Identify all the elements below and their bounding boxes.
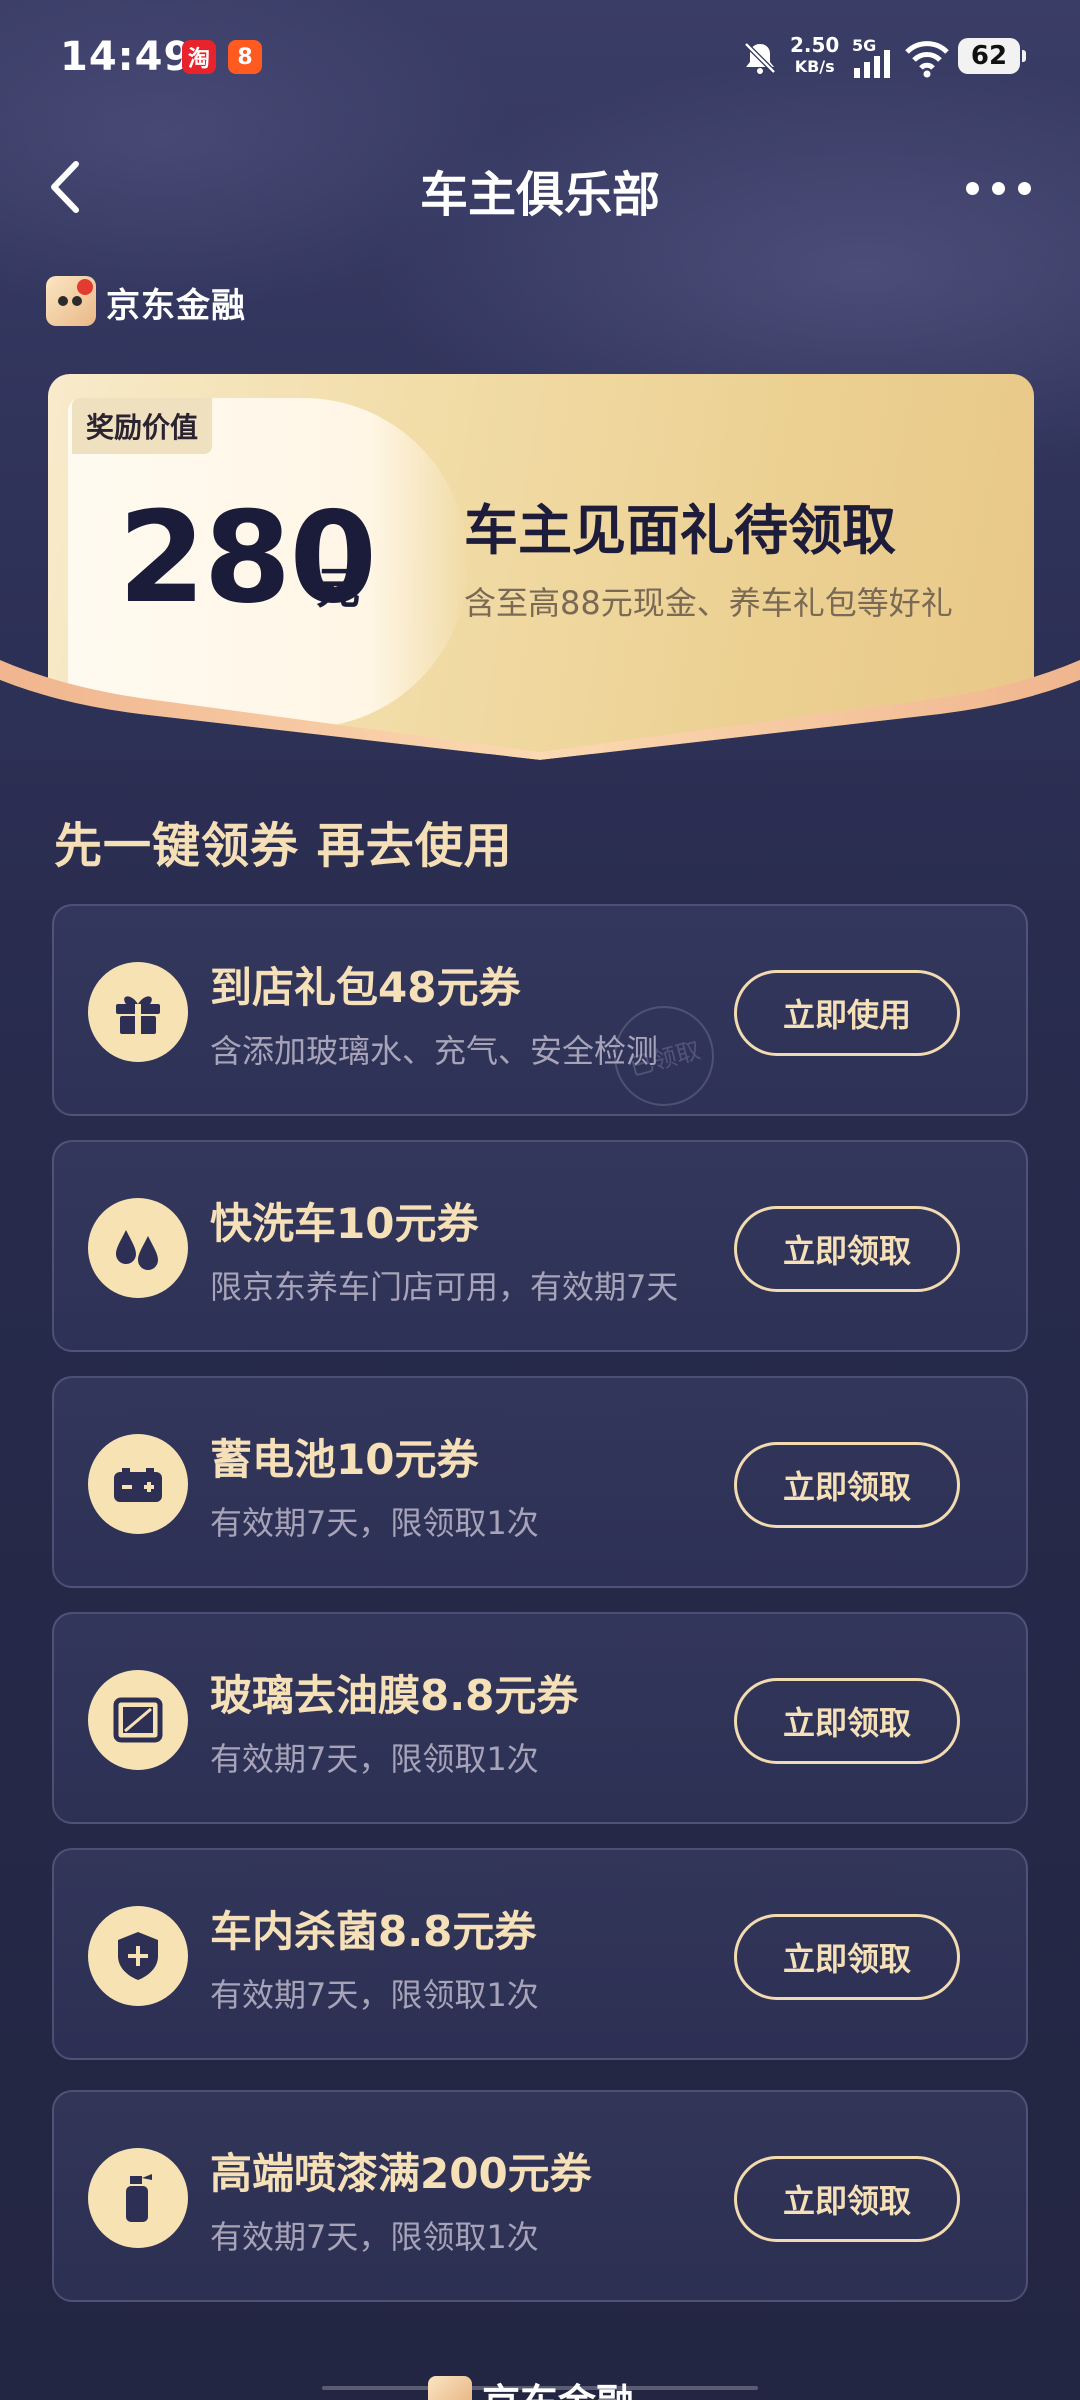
claim-now-button[interactable]: 立即领取: [734, 1442, 960, 1528]
coupon-desc: 含添加玻璃水、充气、安全检测: [210, 1032, 659, 1070]
reward-unit: 元: [316, 563, 360, 614]
signal-icon: [854, 50, 890, 78]
coupon-card: 玻璃去油膜8.8元券 有效期7天，限领取1次 立即领取: [52, 1612, 1028, 1824]
spray-can-icon: [88, 2148, 188, 2248]
use-now-button[interactable]: 立即使用: [734, 970, 960, 1056]
battery-icon: [88, 1434, 188, 1534]
page-title: 车主俱乐部: [419, 167, 660, 223]
claim-now-button[interactable]: 立即领取: [734, 1914, 960, 2000]
battery-indicator: 62: [958, 38, 1026, 74]
footer-brand: 京东金融: [482, 2372, 634, 2400]
reward-subtitle: 含至高88元现金、养车礼包等好礼: [464, 584, 953, 622]
coupon-card: 快洗车10元券 限京东养车门店可用，有效期7天 立即领取: [52, 1140, 1028, 1352]
coupon-desc: 有效期7天，限领取1次: [210, 1504, 539, 1542]
claim-now-button[interactable]: 立即领取: [734, 1678, 960, 1764]
claimed-stamp: 已领取: [602, 994, 726, 1118]
more-options-icon[interactable]: [966, 180, 1032, 196]
bell-off-icon: [744, 42, 776, 74]
coupon-card: 车内杀菌8.8元券 有效期7天，限领取1次 立即领取: [52, 1848, 1028, 2060]
coupon-desc: 有效期7天，限领取1次: [210, 1740, 539, 1778]
jd-finance-logo: [428, 2376, 472, 2400]
windshield-icon: [88, 1670, 188, 1770]
reward-tag: 奖励价值: [72, 398, 213, 454]
shield-plus-icon: [88, 1906, 188, 2006]
status-bar: 14:49 淘 8 2.50 KB/s 5G 62: [0, 0, 1080, 112]
net-speed: 2.50 KB/s: [790, 34, 839, 78]
kuaishou-app-icon: 8: [228, 40, 262, 74]
coupon-card: 蓄电池10元券 有效期7天，限领取1次 立即领取: [52, 1376, 1028, 1588]
claim-now-button[interactable]: 立即领取: [734, 2156, 960, 2242]
water-drops-icon: [88, 1198, 188, 1298]
coupon-title: 快洗车10元券: [210, 1199, 479, 1248]
section-title: 先一键领券 再去使用: [54, 818, 513, 874]
jd-finance-logo: [46, 276, 96, 326]
status-time: 14:49: [60, 34, 193, 80]
coupon-card: 高端喷漆满200元券 有效期7天，限领取1次 立即领取: [52, 2090, 1028, 2302]
banner-ribbon: [0, 660, 1080, 760]
net-speed-unit: KB/s: [794, 57, 835, 76]
net-speed-value: 2.50: [790, 33, 840, 57]
coupon-desc: 有效期7天，限领取1次: [210, 2218, 539, 2256]
coupon-title: 车内杀菌8.8元券: [210, 1907, 537, 1956]
gift-icon: [88, 962, 188, 1062]
coupon-title: 蓄电池10元券: [210, 1435, 479, 1484]
wifi-icon: [905, 41, 949, 78]
coupon-title: 高端喷漆满200元券: [210, 2149, 592, 2198]
claim-now-button[interactable]: 立即领取: [734, 1206, 960, 1292]
coupon-card: 到店礼包48元券 含添加玻璃水、充气、安全检测 已领取 立即使用: [52, 904, 1028, 1118]
reward-title: 车主见面礼待领取: [464, 499, 896, 562]
brand-name: 京东金融: [106, 286, 246, 326]
coupon-desc: 限京东养车门店可用，有效期7天: [210, 1268, 679, 1306]
coupon-title: 玻璃去油膜8.8元券: [210, 1671, 579, 1720]
coupon-desc: 有效期7天，限领取1次: [210, 1976, 539, 2014]
coupon-title: 到店礼包48元券: [210, 963, 521, 1012]
taobao-app-icon: 淘: [182, 40, 216, 74]
